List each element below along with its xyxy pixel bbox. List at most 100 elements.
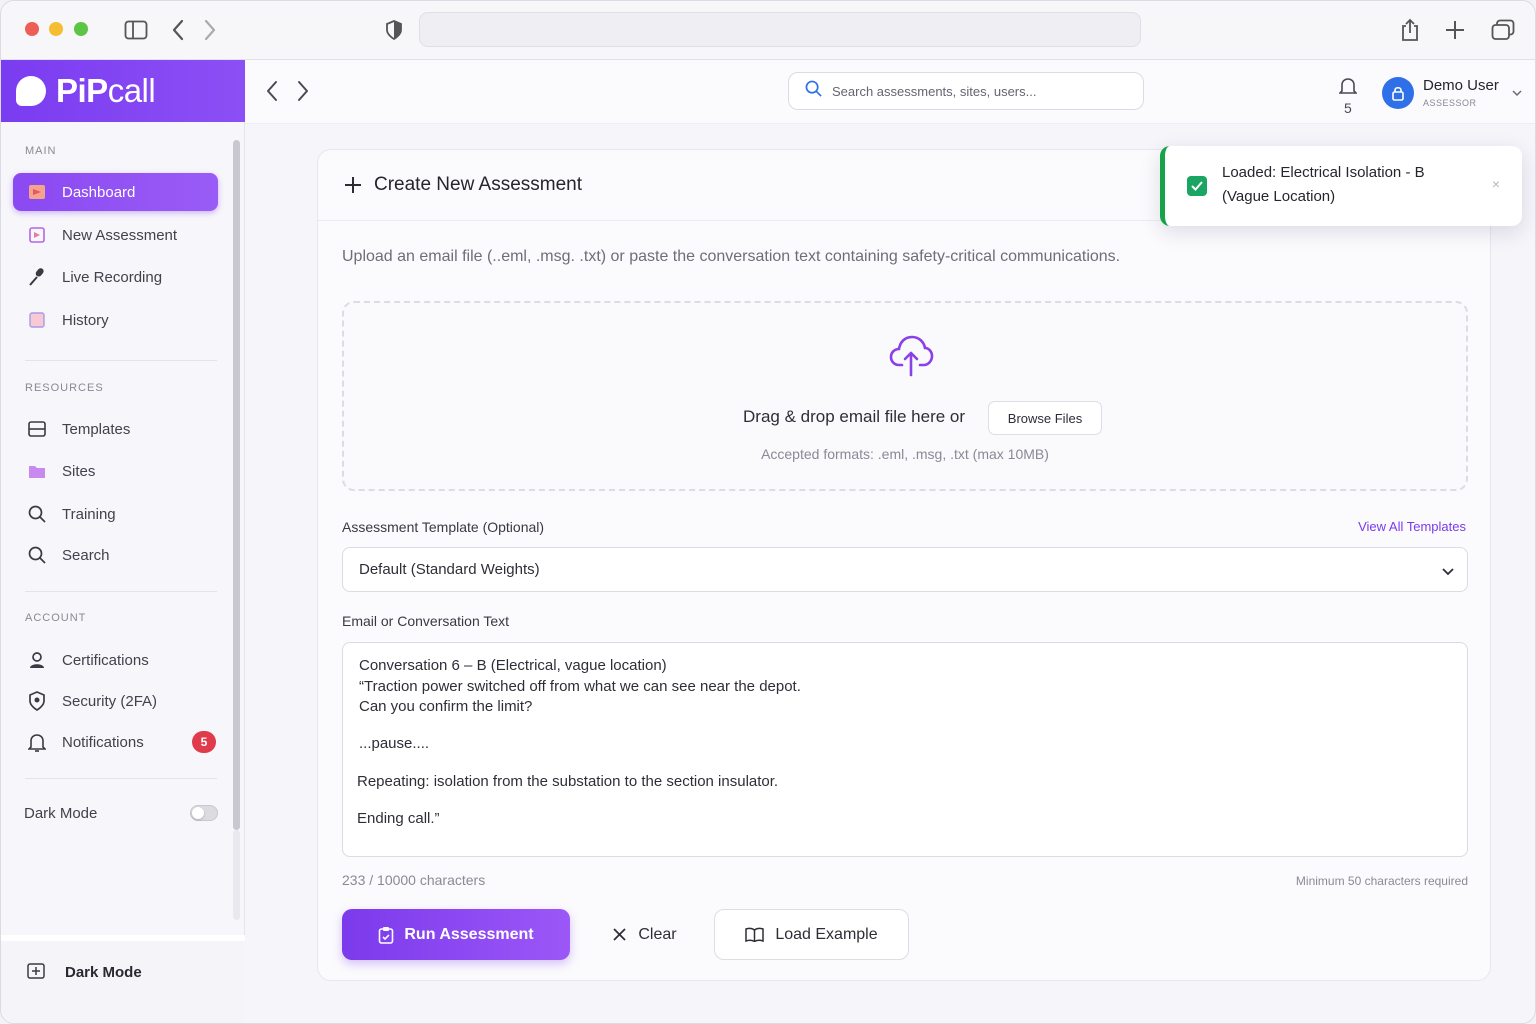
cloud-upload-icon bbox=[888, 331, 934, 382]
browser-window: PiPcall MAIN Dashboard New Assessment Li… bbox=[0, 0, 1536, 1024]
sidebar-scrollbar[interactable] bbox=[233, 140, 240, 830]
global-search[interactable] bbox=[788, 72, 1144, 110]
template-label: Assessment Template (Optional) bbox=[342, 519, 545, 535]
bell-icon bbox=[27, 732, 47, 752]
tab-overview-icon[interactable] bbox=[1490, 17, 1516, 43]
sidebar-item-label: Training bbox=[62, 505, 116, 523]
divider bbox=[25, 591, 217, 592]
section-heading-account: ACCOUNT bbox=[25, 612, 87, 624]
sidebar-item-new-assessment[interactable]: New Assessment bbox=[13, 216, 218, 254]
address-bar[interactable] bbox=[419, 12, 1141, 47]
view-all-templates-link[interactable]: View All Templates bbox=[1358, 519, 1466, 534]
sidebar-item-live-recording[interactable]: Live Recording bbox=[13, 258, 218, 296]
bell-icon[interactable] bbox=[1338, 76, 1358, 101]
clear-button[interactable]: Clear bbox=[600, 909, 690, 960]
section-heading-main: MAIN bbox=[25, 145, 57, 157]
sidebar-item-label: Templates bbox=[62, 420, 131, 438]
conversation-line: Ending call.” bbox=[357, 810, 440, 827]
sidebar-item-label: Live Recording bbox=[62, 268, 163, 286]
user-role: ASSESSOR bbox=[1423, 98, 1477, 108]
conversation-line: Can you confirm the limit? bbox=[359, 698, 533, 715]
maximize-window-button[interactable] bbox=[74, 22, 88, 36]
conversation-label: Email or Conversation Text bbox=[342, 613, 510, 629]
dropzone-text: Drag & drop email file here or bbox=[743, 407, 966, 426]
shield-icon bbox=[27, 691, 47, 711]
sidebar-item-label: History bbox=[62, 311, 109, 329]
card-description: Upload an email file (..eml, .msg. .txt)… bbox=[342, 248, 1121, 265]
sidebar-item-label: Search bbox=[62, 546, 110, 564]
sidebar: PiPcall MAIN Dashboard New Assessment Li… bbox=[1, 60, 245, 1023]
sidebar-item-certifications[interactable]: Certifications bbox=[13, 641, 218, 679]
toast-message: Loaded: Electrical Isolation - B (Vague … bbox=[1222, 164, 1425, 205]
sidebar-item-label: Notifications bbox=[62, 733, 144, 751]
sidebar-item-search[interactable]: Search bbox=[13, 536, 218, 574]
divider bbox=[25, 778, 217, 779]
conversation-line: “Traction power switched off from what w… bbox=[359, 678, 801, 695]
privacy-shield-icon[interactable] bbox=[381, 17, 407, 43]
conversation-line: ...pause.... bbox=[359, 735, 430, 752]
templates-icon bbox=[27, 419, 47, 439]
load-example-button[interactable]: Load Example bbox=[714, 909, 909, 960]
dark-mode-toggle[interactable] bbox=[190, 805, 218, 821]
footer-dark-mode-button[interactable]: Dark Mode bbox=[65, 964, 142, 981]
load-example-label: Load Example bbox=[775, 925, 878, 943]
chevron-down-icon[interactable] bbox=[1512, 84, 1522, 102]
brand-logo[interactable]: PiPcall bbox=[1, 60, 245, 122]
create-assessment-card: Create New Assessment Upload an email fi… bbox=[317, 149, 1491, 981]
history-icon bbox=[27, 310, 47, 330]
sidebar-item-dashboard[interactable]: Dashboard bbox=[13, 173, 218, 211]
share-icon[interactable] bbox=[1397, 17, 1423, 43]
run-assessment-label: Run Assessment bbox=[404, 925, 534, 943]
logo-icon bbox=[16, 76, 46, 106]
brand-name: PiPcall bbox=[56, 72, 156, 109]
app-header: 5 Demo User ASSESSOR bbox=[245, 60, 1535, 124]
sidebar-footer: Dark Mode bbox=[1, 935, 245, 1023]
search-input[interactable] bbox=[832, 83, 1132, 99]
toast-notification: Loaded: Electrical Isolation - B (Vague … bbox=[1160, 146, 1522, 226]
chevron-down-icon bbox=[1441, 564, 1455, 581]
book-icon bbox=[745, 927, 765, 942]
close-window-button[interactable] bbox=[25, 22, 39, 36]
dark-mode-icon bbox=[27, 963, 45, 984]
conversation-line: Conversation 6 – B (Electrical, vague lo… bbox=[359, 657, 667, 674]
back-icon[interactable] bbox=[165, 17, 191, 43]
dashboard-icon bbox=[27, 182, 47, 202]
sidebar-toggle-icon[interactable] bbox=[123, 17, 149, 43]
minimize-window-button[interactable] bbox=[49, 22, 63, 36]
file-dropzone[interactable]: Drag & drop email file here or Browse Fi… bbox=[342, 301, 1468, 491]
dark-mode-label: Dark Mode bbox=[24, 805, 98, 822]
new-assessment-icon bbox=[27, 225, 47, 245]
forward-icon[interactable] bbox=[197, 17, 223, 43]
forward-icon[interactable] bbox=[296, 80, 310, 107]
user-icon bbox=[27, 650, 47, 670]
browse-files-button[interactable]: Browse Files bbox=[988, 401, 1102, 435]
page-title: Create New Assessment bbox=[374, 174, 583, 195]
sidebar-item-label: Certifications bbox=[62, 651, 149, 669]
character-count: 233 / 10000 characters bbox=[342, 872, 486, 888]
sidebar-item-notifications[interactable]: Notifications 5 bbox=[13, 723, 218, 761]
sidebar-item-label: Security (2FA) bbox=[62, 692, 158, 710]
avatar[interactable] bbox=[1382, 77, 1414, 109]
sidebar-item-templates[interactable]: Templates bbox=[13, 410, 218, 448]
conversation-line: Repeating: isolation from the substation… bbox=[357, 773, 779, 790]
run-assessment-button[interactable]: Run Assessment bbox=[342, 909, 570, 960]
sidebar-item-sites[interactable]: Sites bbox=[13, 452, 218, 490]
toast-close-button[interactable]: × bbox=[1492, 176, 1500, 192]
sidebar-item-training[interactable]: Training bbox=[13, 495, 218, 533]
search-icon bbox=[27, 504, 47, 524]
browser-toolbar bbox=[1, 1, 1535, 60]
search-icon bbox=[805, 80, 822, 102]
accepted-formats: Accepted formats: .eml, .msg, .txt (max … bbox=[761, 446, 1049, 462]
divider bbox=[25, 360, 217, 361]
back-icon[interactable] bbox=[265, 80, 279, 107]
close-icon bbox=[613, 928, 627, 941]
clear-label: Clear bbox=[638, 925, 677, 943]
sidebar-item-history[interactable]: History bbox=[13, 301, 218, 339]
sidebar-item-security[interactable]: Security (2FA) bbox=[13, 682, 218, 720]
conversation-textarea[interactable]: Conversation 6 – B (Electrical, vague lo… bbox=[342, 642, 1468, 857]
user-name[interactable]: Demo User bbox=[1423, 77, 1499, 94]
template-selected-value: Default (Standard Weights) bbox=[359, 561, 540, 578]
template-select[interactable]: Default (Standard Weights) bbox=[342, 547, 1468, 592]
plus-icon bbox=[344, 176, 362, 194]
new-tab-icon[interactable] bbox=[1442, 17, 1468, 43]
